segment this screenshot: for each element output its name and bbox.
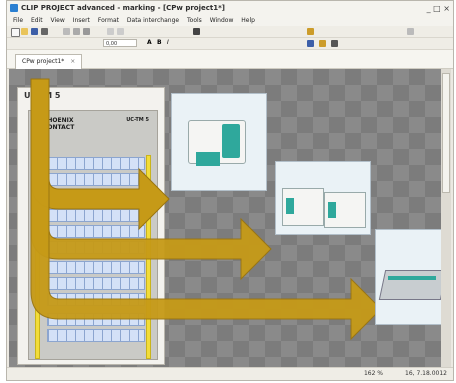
- italic-button[interactable]: I: [167, 39, 169, 46]
- paste-icon[interactable]: [83, 28, 90, 35]
- thermal-printer-image: [171, 93, 267, 191]
- title-bar: CLIP PROJECT advanced - marking - [CPw p…: [7, 1, 453, 16]
- menu-file[interactable]: File: [13, 17, 23, 24]
- tab-cpw-project[interactable]: CPw project1* ×: [15, 54, 83, 69]
- open-icon[interactable]: [21, 28, 28, 35]
- zoom-icon[interactable]: [193, 28, 200, 35]
- menu-format[interactable]: Format: [98, 17, 119, 24]
- menu-bar: File Edit View Insert Format Data interc…: [7, 15, 453, 26]
- text-tool-a[interactable]: A: [147, 39, 152, 46]
- window-controls[interactable]: _ □ ×: [427, 2, 450, 16]
- print-icon[interactable]: [41, 28, 48, 35]
- menu-data-interchange[interactable]: Data interchange: [127, 17, 179, 24]
- new-icon[interactable]: [11, 28, 20, 37]
- menu-view[interactable]: View: [51, 17, 65, 24]
- window-title: CLIP PROJECT advanced - marking - [CPw p…: [21, 4, 225, 12]
- arrow-to-printer-1: [30, 78, 170, 231]
- app-icon: [10, 4, 18, 12]
- document-tabs: CPw project1* ×: [7, 50, 453, 69]
- bold-button[interactable]: B: [157, 39, 162, 46]
- menu-help[interactable]: Help: [241, 17, 255, 24]
- menu-window[interactable]: Window: [210, 17, 234, 24]
- inkjet-printers-image: [275, 161, 371, 235]
- standard-toolbar: [7, 26, 453, 38]
- menu-insert[interactable]: Insert: [73, 17, 90, 24]
- options-icon[interactable]: [407, 28, 414, 35]
- tab-label: CPw project1*: [22, 58, 65, 65]
- close-icon[interactable]: ×: [70, 58, 75, 65]
- line-icon[interactable]: [331, 40, 338, 47]
- redo-icon[interactable]: [117, 28, 124, 35]
- copy-icon[interactable]: [73, 28, 80, 35]
- zoom-level: 162 %: [363, 370, 383, 377]
- fill-icon[interactable]: [319, 40, 326, 47]
- cursor-position: 16, 7.18.0012: [405, 370, 447, 377]
- menu-tools[interactable]: Tools: [187, 17, 202, 24]
- cut-icon[interactable]: [63, 28, 70, 35]
- undo-icon[interactable]: [107, 28, 114, 35]
- format-toolbar: 0,00 A B I: [7, 38, 453, 50]
- design-canvas[interactable]: UC-TM 5 PHOENIX CONTACT UC-TM 5: [9, 69, 441, 369]
- align-icon[interactable]: [307, 40, 314, 47]
- app-window: CLIP PROJECT advanced - marking - [CPw p…: [6, 0, 454, 381]
- plotter-image: [375, 229, 441, 325]
- color-icon[interactable]: [307, 28, 314, 35]
- save-icon[interactable]: [31, 28, 38, 35]
- scrollbar-thumb[interactable]: [442, 73, 450, 193]
- menu-edit[interactable]: Edit: [31, 17, 43, 24]
- vertical-scrollbar[interactable]: [441, 69, 451, 369]
- status-bar: 162 % 16, 7.18.0012: [7, 367, 453, 380]
- value-field[interactable]: 0,00: [103, 39, 137, 47]
